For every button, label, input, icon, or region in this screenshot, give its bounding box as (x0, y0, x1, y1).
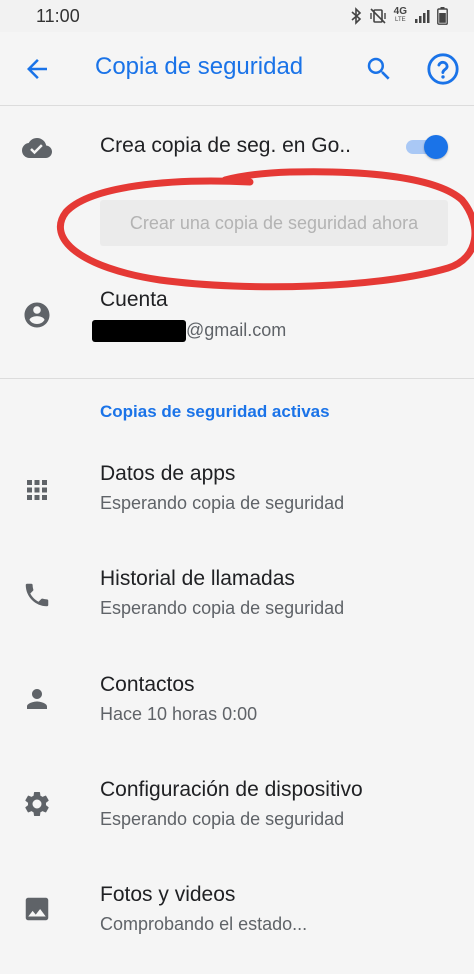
image-icon (22, 894, 52, 924)
battery-icon (437, 7, 448, 25)
list-item-title: Historial de llamadas (100, 567, 295, 590)
list-item-device-settings[interactable]: Configuración de dispositivo Esperando c… (0, 761, 474, 861)
list-item-contacts[interactable]: Contactos Hace 10 horas 0:00 (0, 656, 474, 756)
account-email: @gmail.com (186, 320, 287, 340)
list-item-title: Fotos y videos (100, 883, 236, 906)
gear-icon (22, 789, 52, 819)
list-item-subtitle: Esperando copia de seguridad (100, 493, 345, 513)
toggle-thumb (424, 135, 448, 159)
list-item-title: Configuración de dispositivo (100, 778, 363, 801)
list-item-subtitle: Esperando copia de seguridad (100, 809, 345, 829)
network-type-label: 4G LTE (393, 6, 407, 24)
redacted-email-name (92, 320, 186, 342)
vibrate-mute-icon (369, 7, 387, 25)
list-item-call-history[interactable]: Historial de llamadas Esperando copia de… (0, 550, 474, 650)
apps-grid-icon (22, 475, 52, 505)
status-time: 11:00 (36, 5, 80, 26)
list-item-app-data[interactable]: Datos de apps Esperando copia de segurid… (0, 445, 474, 545)
list-item-title: Datos de apps (100, 462, 236, 485)
app-bar: Copia de seguridad (0, 32, 474, 106)
backup-toggle-label: Crea copia de seg. en Go.. (100, 134, 351, 157)
phone-icon (22, 580, 52, 610)
divider (0, 378, 474, 379)
list-item-subtitle: Esperando copia de seguridad (100, 598, 345, 618)
status-icons: 4G LTE (350, 7, 448, 25)
account-row[interactable]: Cuenta @gmail.com (0, 276, 474, 376)
list-item-title: Contactos (100, 673, 195, 696)
backup-toggle-row[interactable]: Crea copia de seg. en Go.. (0, 106, 474, 186)
help-icon[interactable] (426, 52, 460, 86)
account-label: Cuenta (100, 288, 168, 311)
backup-now-label: Crear una copia de seguridad ahora (129, 212, 419, 233)
status-bar: 11:00 4G LTE (0, 0, 474, 32)
account-circle-icon (22, 300, 52, 330)
list-item-subtitle: Hace 10 horas 0:00 (100, 704, 258, 724)
signal-icon (414, 8, 430, 24)
backup-toggle-switch[interactable] (404, 135, 448, 159)
bluetooth-icon (350, 7, 362, 25)
list-item-subtitle: Comprobando el estado... (100, 914, 308, 934)
list-item-photos-videos[interactable]: Fotos y videos Comprobando el estado... (0, 866, 474, 966)
search-icon[interactable] (364, 54, 394, 84)
backup-now-button[interactable]: Crear una copia de seguridad ahora (100, 200, 448, 246)
person-icon (22, 684, 52, 714)
page-title: Copia de seguridad (95, 53, 304, 80)
cloud-done-icon (22, 133, 52, 163)
arrow-back-icon[interactable] (22, 54, 52, 84)
section-header: Copias de seguridad activas (100, 402, 330, 421)
